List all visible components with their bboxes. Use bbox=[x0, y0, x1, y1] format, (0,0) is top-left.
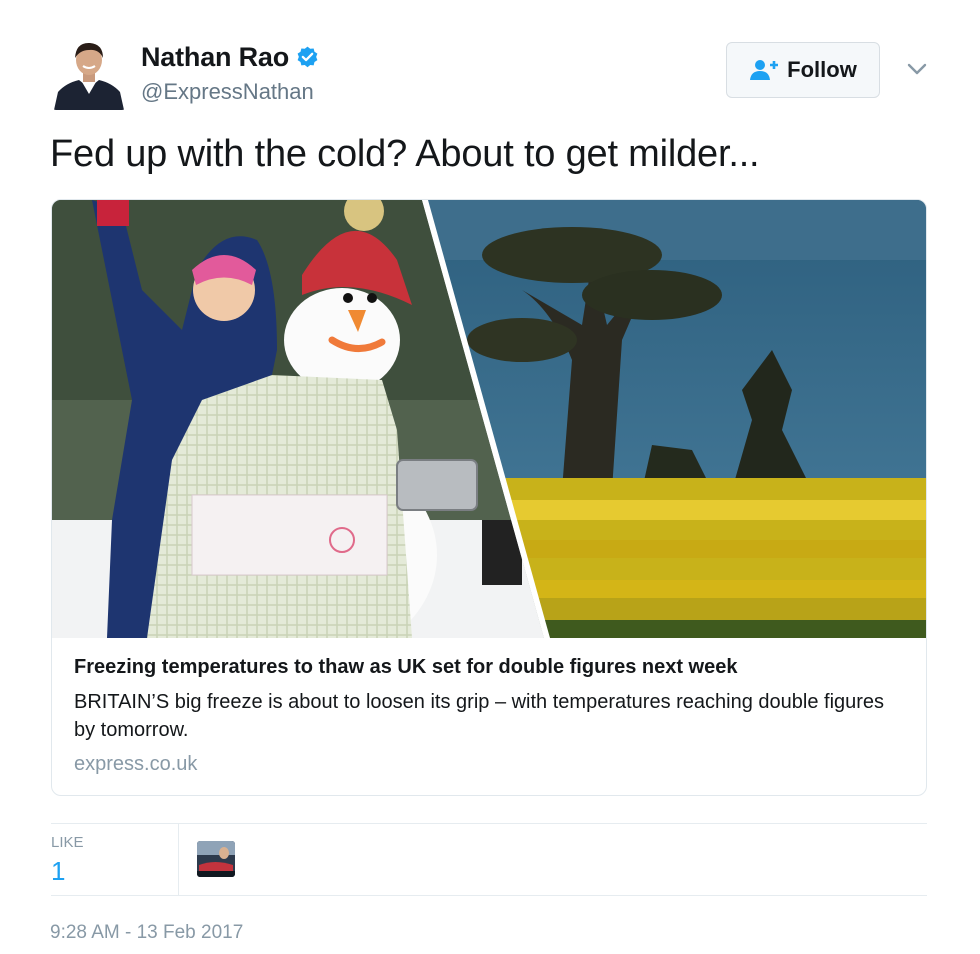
author-avatar[interactable] bbox=[52, 36, 126, 110]
card-description: BRITAIN’S big freeze is about to loosen … bbox=[74, 691, 885, 741]
author-handle[interactable]: @ExpressNathan bbox=[141, 79, 314, 105]
likes-count: 1 bbox=[51, 856, 66, 886]
likes-stat[interactable]: LIKE 1 bbox=[51, 824, 179, 896]
card-domain[interactable]: express.co.uk bbox=[74, 753, 197, 776]
chevron-down-icon[interactable] bbox=[905, 60, 929, 78]
verified-badge-icon bbox=[297, 46, 318, 68]
likes-label: LIKE bbox=[51, 834, 84, 851]
tweet-text: Fed up with the cold? About to get milde… bbox=[50, 133, 760, 175]
liker-avatar[interactable] bbox=[197, 841, 235, 877]
tweet-timestamp[interactable]: 9:28 AM - 13 Feb 2017 bbox=[50, 922, 243, 944]
author-name-row[interactable]: Nathan Rao bbox=[141, 42, 320, 73]
card-title[interactable]: Freezing temperatures to thaw as UK set … bbox=[74, 656, 738, 679]
author-display-name[interactable]: Nathan Rao bbox=[141, 42, 289, 73]
link-preview-card[interactable]: Freezing temperatures to thaw as UK set … bbox=[51, 199, 927, 796]
stats-bottom-divider bbox=[51, 895, 927, 896]
follow-button-label: Follow bbox=[787, 57, 857, 82]
card-image bbox=[52, 200, 926, 638]
add-user-icon bbox=[750, 60, 779, 80]
stats-top-divider bbox=[51, 823, 927, 824]
follow-button[interactable]: Follow bbox=[726, 42, 880, 98]
